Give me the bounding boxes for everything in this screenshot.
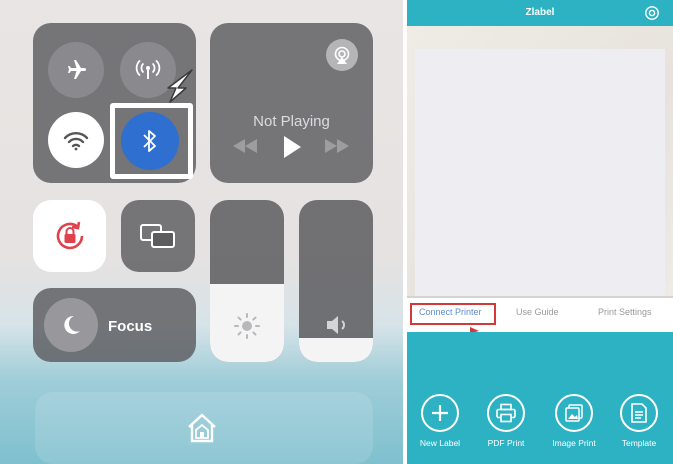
bottom-action-panel: New Label PDF Print Image Print Template <box>407 332 673 464</box>
home-icon[interactable] <box>184 410 220 446</box>
wifi-toggle[interactable] <box>48 112 104 168</box>
tab-print-settings[interactable]: Print Settings <box>598 307 652 317</box>
volume-fill <box>299 337 373 362</box>
airplay-icon <box>334 46 350 64</box>
rotation-lock-toggle[interactable] <box>33 200 106 272</box>
play-icon[interactable] <box>282 135 302 159</box>
now-playing-label: Not Playing <box>253 113 330 130</box>
airplane-icon <box>68 60 86 79</box>
printer-icon <box>487 394 525 432</box>
control-center-screenshot: Not Playing Focus <box>0 0 403 464</box>
image-print-button[interactable]: Image Print <box>544 394 604 448</box>
image-icon <box>555 394 593 432</box>
airplay-button[interactable] <box>326 39 358 71</box>
pointer-arrow-icon <box>167 69 193 103</box>
plus-icon <box>421 394 459 432</box>
wifi-icon <box>63 132 89 151</box>
speaker-icon <box>327 316 345 334</box>
app-title: Zlabel <box>525 7 555 18</box>
new-label-button[interactable]: New Label <box>410 394 470 448</box>
image-print-label: Image Print <box>552 438 596 448</box>
bluetooth-toggle[interactable] <box>121 112 179 170</box>
document-icon <box>620 394 658 432</box>
zlabel-app-screenshot: Zlabel Connect Printer Use Guide Print S… <box>407 0 673 464</box>
screen-mirroring-toggle[interactable] <box>121 200 195 272</box>
gear-icon[interactable] <box>644 5 660 21</box>
new-label-label: New Label <box>419 438 461 448</box>
screen-mirroring-icon <box>140 224 175 248</box>
focus-label: Focus <box>108 318 153 335</box>
pdf-print-button[interactable]: PDF Print <box>476 394 536 448</box>
label-preview <box>415 49 665 305</box>
focus-icon-circle <box>44 298 98 352</box>
airplane-mode-toggle[interactable] <box>48 42 104 98</box>
connect-printer-highlight-box <box>410 303 496 325</box>
tab-use-guide[interactable]: Use Guide <box>516 307 559 317</box>
cellular-antenna-icon <box>135 59 161 79</box>
template-label: Template <box>621 438 657 448</box>
brightness-slider[interactable] <box>210 200 284 362</box>
pdf-print-label: PDF Print <box>487 438 525 448</box>
rewind-icon[interactable] <box>231 138 259 154</box>
bluetooth-icon <box>143 130 156 152</box>
now-playing-tile: Not Playing <box>210 23 373 183</box>
sun-icon <box>234 313 260 339</box>
app-header: Zlabel <box>407 0 673 26</box>
fast-forward-icon[interactable] <box>323 138 351 154</box>
rotation-lock-icon <box>56 221 83 250</box>
volume-slider[interactable] <box>299 200 373 362</box>
label-canvas-area <box>407 26 673 305</box>
template-button[interactable]: Template <box>609 394 669 448</box>
moon-icon <box>64 315 80 334</box>
